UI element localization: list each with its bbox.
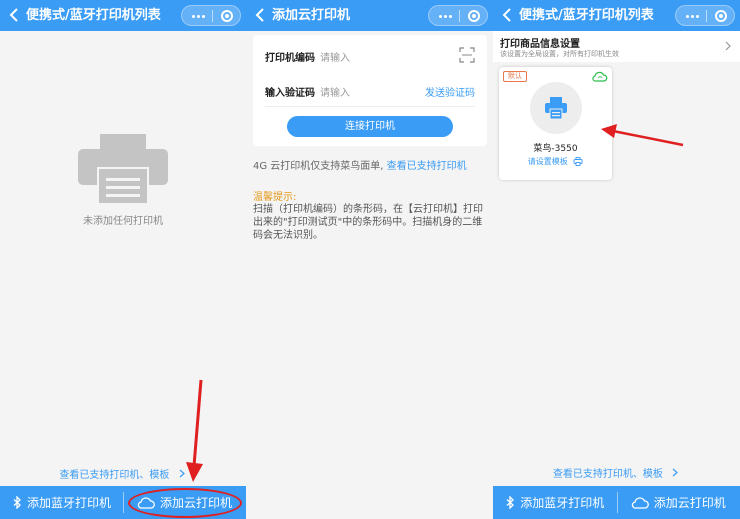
- printer-small-icon: [573, 157, 583, 166]
- capsule-divider: [706, 10, 707, 22]
- printer-code-input[interactable]: 请输入: [320, 49, 350, 64]
- setting-description: 该设置为全局设置，对所有打印机生效: [500, 50, 619, 58]
- printer-avatar: [530, 82, 582, 134]
- navigation-bar: 便携式/蓝牙打印机列表: [0, 0, 246, 31]
- more-dots-icon[interactable]: [439, 15, 452, 18]
- chevron-right-icon: [672, 468, 679, 477]
- supported-printers-link[interactable]: 查看已支持打印机: [387, 161, 467, 172]
- supported-printers-link[interactable]: 查看已支持打印机、模板: [0, 466, 246, 481]
- more-dots-icon[interactable]: [192, 15, 205, 18]
- page-title: 便携式/蓝牙打印机列表: [519, 8, 654, 23]
- supported-printers-link-label: 查看已支持打印机、模板: [552, 469, 663, 480]
- note-text: 4G 云打印机仅支持菜鸟面单,: [253, 161, 384, 172]
- printer-card[interactable]: 默认 菜鸟-3550 请设置模板: [499, 67, 612, 180]
- connect-printer-button[interactable]: 连接打印机: [287, 116, 453, 137]
- add-bluetooth-printer-label: 添加蓝牙打印机: [26, 496, 111, 510]
- navigation-bar: 添加云打印机: [246, 0, 493, 31]
- add-bluetooth-printer-button[interactable]: 添加蓝牙打印机: [0, 486, 123, 519]
- set-template-label: 请设置模板: [527, 157, 568, 166]
- verify-code-label: 输入验证码: [265, 88, 315, 99]
- add-cloud-printer-button[interactable]: 添加云打印机: [616, 486, 740, 519]
- cloud-online-icon: [592, 71, 608, 82]
- bluetooth-icon: [506, 496, 515, 509]
- printer-icon: [78, 134, 168, 204]
- target-icon[interactable]: [221, 10, 233, 22]
- verify-code-row: 输入验证码 请输入 发送验证码: [265, 74, 475, 104]
- verify-code-input[interactable]: 请输入: [320, 84, 350, 99]
- tips-title: 温馨提示:: [253, 192, 297, 203]
- setting-title: 打印商品信息设置: [500, 39, 580, 50]
- navigation-bar: 便携式/蓝牙打印机列表: [493, 0, 740, 31]
- default-badge: 默认: [503, 71, 527, 82]
- bottom-action-bar: 添加蓝牙打印机 添加云打印机: [493, 486, 740, 519]
- chevron-left-icon[interactable]: [254, 7, 268, 23]
- more-dots-icon[interactable]: [686, 15, 699, 18]
- printer-code-row: 打印机编码 请输入: [265, 39, 475, 69]
- mini-program-capsule[interactable]: [428, 5, 488, 26]
- add-bluetooth-printer-button[interactable]: 添加蓝牙打印机: [493, 486, 617, 519]
- capsule-divider: [459, 10, 460, 22]
- printer-code-label: 打印机编码: [265, 53, 315, 64]
- supported-printers-link[interactable]: 查看已支持打印机、模板: [493, 465, 740, 480]
- printer-form-card: 打印机编码 请输入 输入验证码 请输入 发送验证码 连接打印机: [253, 35, 487, 146]
- printer-name: 菜鸟-3550: [533, 144, 578, 154]
- bluetooth-printer-list-screen: 便携式/蓝牙打印机列表 未添加任何打印机 查看已支持打印机、模板 添加蓝牙打印机…: [0, 0, 246, 519]
- bluetooth-icon: [13, 496, 21, 509]
- bluetooth-printer-list-screen-with-printer: 便携式/蓝牙打印机列表 打印商品信息设置 该设置为全局设置，对所有打印机生效 默…: [493, 0, 740, 519]
- highlight-ellipse: [128, 488, 242, 518]
- annotation-arrow-down: [186, 379, 203, 482]
- add-cloud-printer-label: 添加云打印机: [653, 496, 726, 510]
- mini-program-capsule[interactable]: [181, 5, 241, 26]
- printer-icon: [545, 97, 567, 120]
- tips-body: 扫描（打印机编码）的条形码，在【云打印机】打印出来的"打印测试页"中的条形码中。…: [253, 204, 483, 241]
- add-cloud-printer-screen: 添加云打印机 打印机编码 请输入 输入验证码 请输入 发送验证码 连接打印机 4…: [246, 0, 493, 519]
- page-title: 添加云打印机: [272, 8, 351, 23]
- print-goods-setting-row[interactable]: 打印商品信息设置 该设置为全局设置，对所有打印机生效: [493, 31, 740, 62]
- annotation-arrow-left: [601, 124, 684, 147]
- mini-program-capsule[interactable]: [675, 5, 735, 26]
- chevron-left-icon[interactable]: [501, 7, 515, 23]
- target-icon[interactable]: [468, 10, 480, 22]
- scan-icon[interactable]: [459, 47, 475, 63]
- chevron-right-icon: [725, 41, 731, 51]
- add-bluetooth-printer-label: 添加蓝牙打印机: [520, 496, 605, 510]
- supported-printers-link-label: 查看已支持打印机、模板: [59, 470, 170, 481]
- cloud-printer-note: 4G 云打印机仅支持菜鸟面单, 查看已支持打印机: [253, 157, 467, 172]
- cloud-icon: [631, 496, 649, 509]
- empty-state-text: 未添加任何打印机: [83, 216, 163, 227]
- divider: [265, 106, 475, 107]
- capsule-divider: [212, 10, 213, 22]
- send-code-button[interactable]: 发送验证码: [425, 84, 475, 99]
- chevron-left-icon[interactable]: [8, 7, 22, 23]
- target-icon[interactable]: [715, 10, 727, 22]
- page-title: 便携式/蓝牙打印机列表: [26, 8, 161, 23]
- set-template-link[interactable]: 请设置模板: [499, 156, 612, 167]
